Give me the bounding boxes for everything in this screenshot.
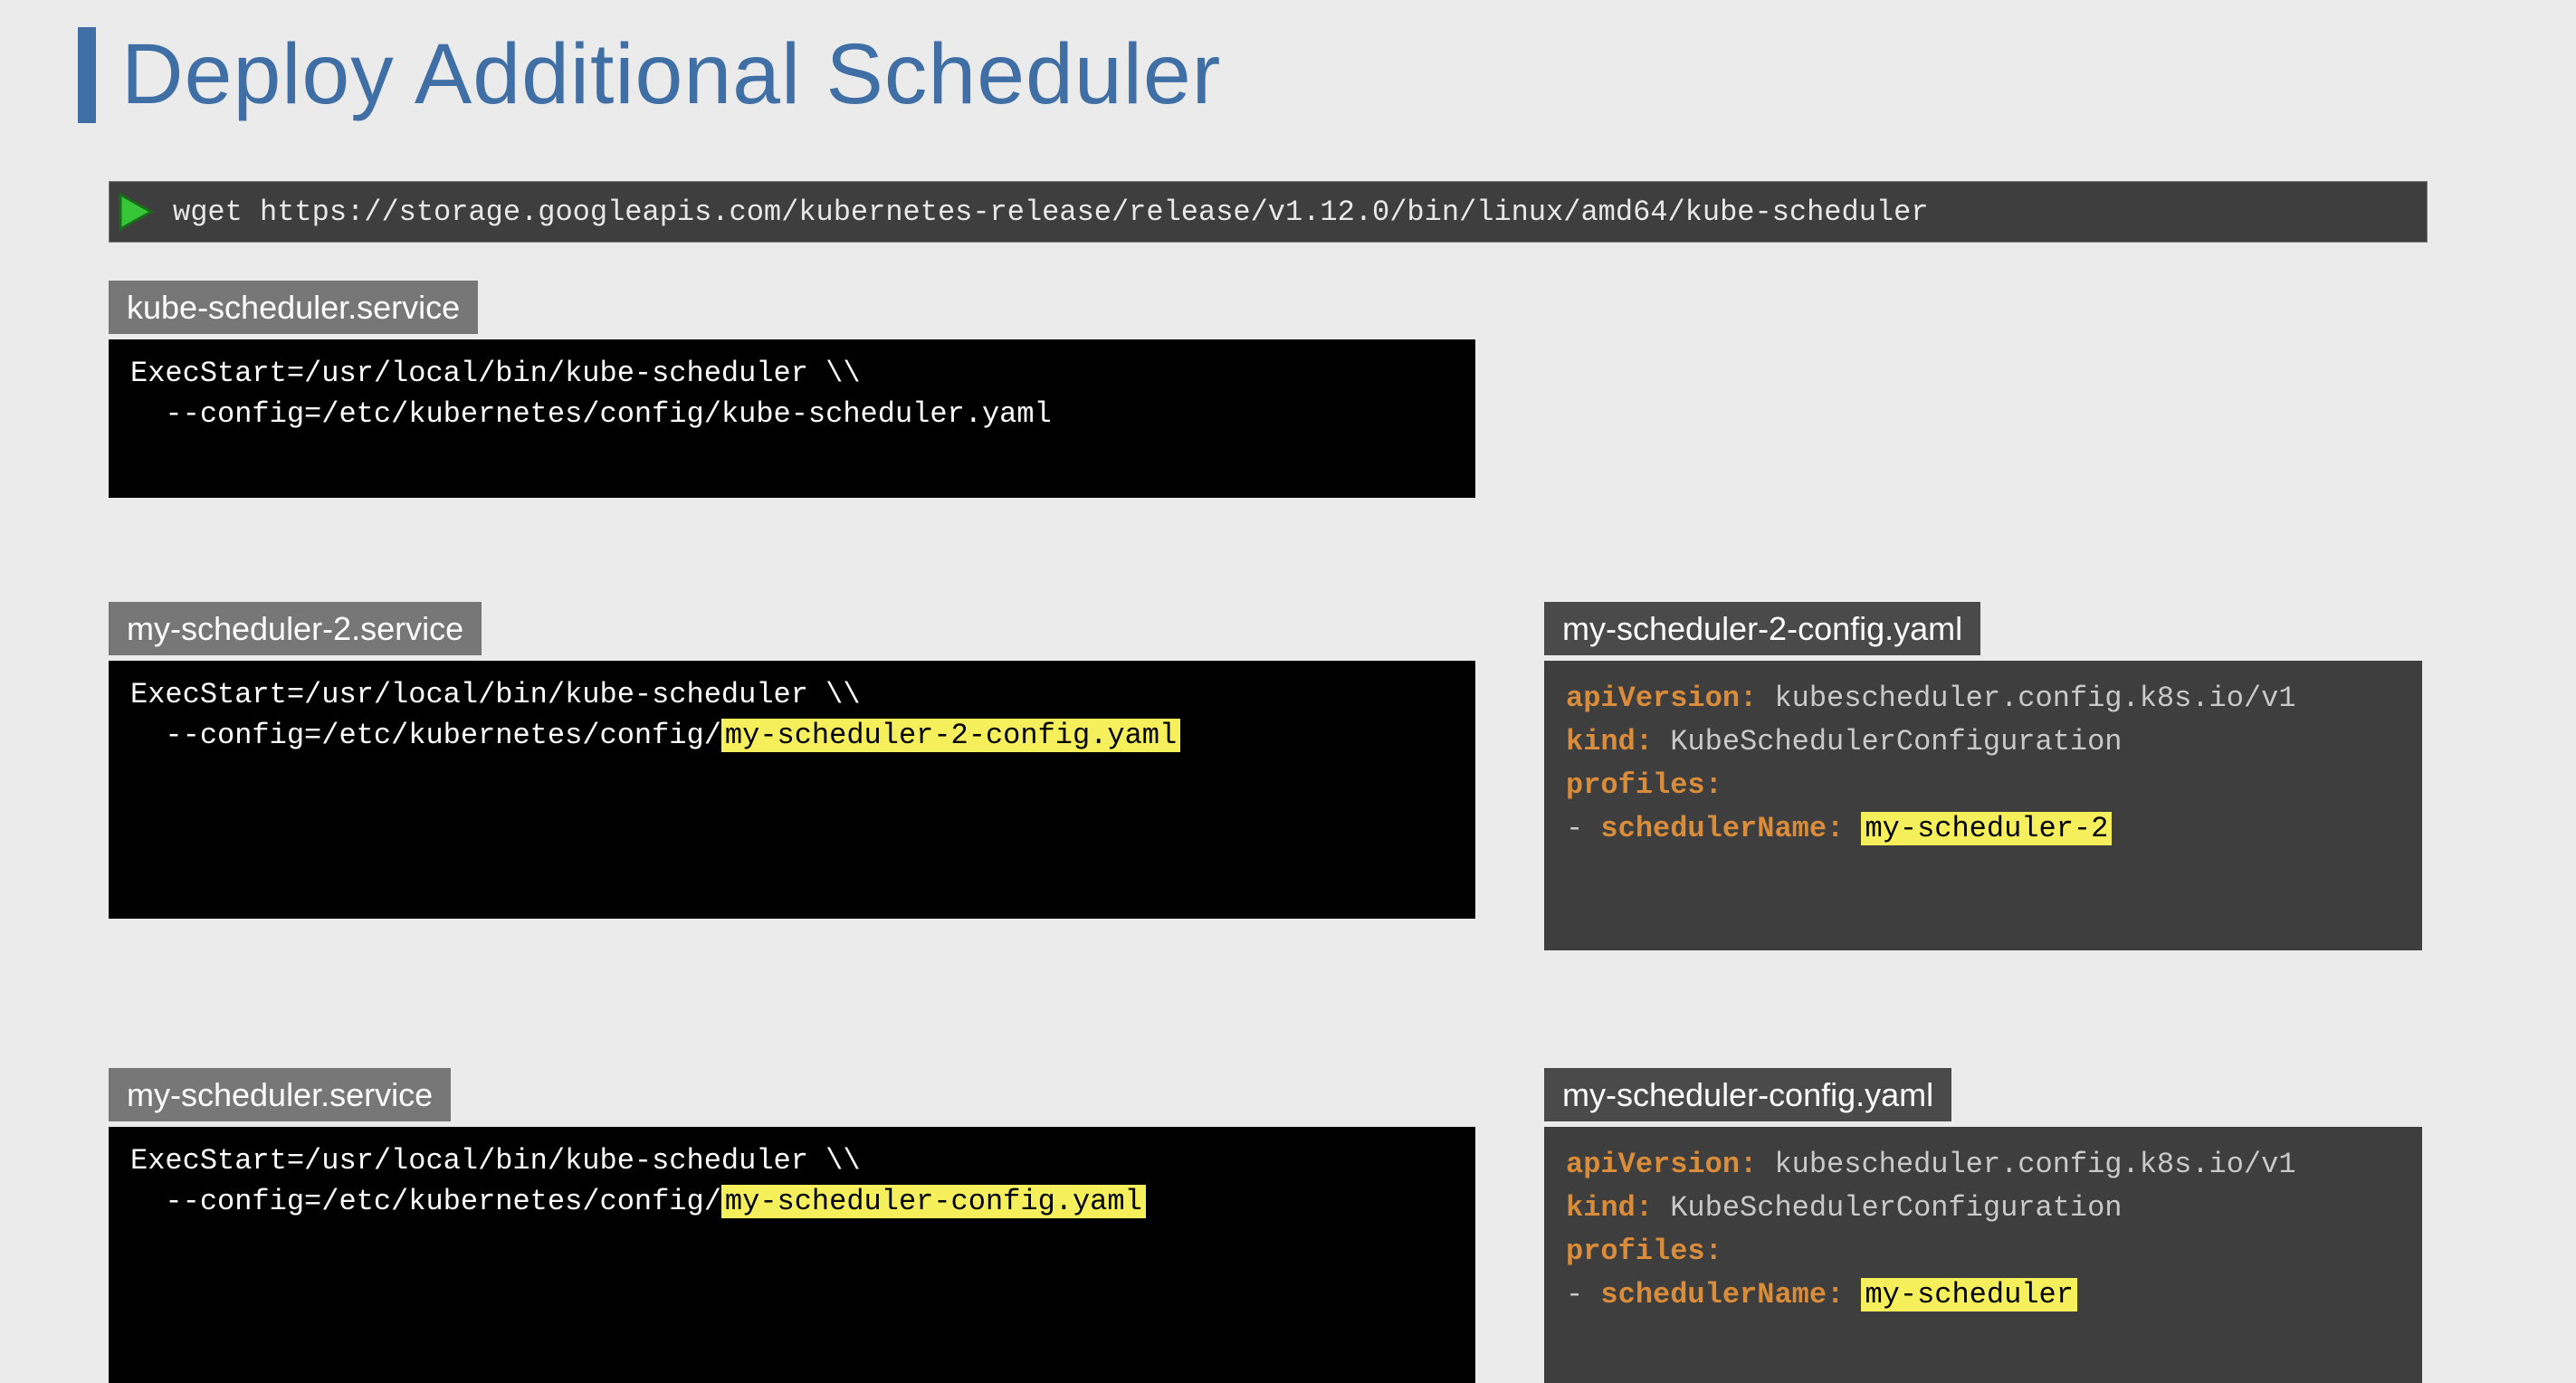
slide: Deploy Additional Scheduler wget https:/… bbox=[0, 0, 2576, 1383]
highlighted-config-file: my-scheduler-2-config.yaml bbox=[721, 719, 1180, 752]
tab-my-scheduler-2-config: my-scheduler-2-config.yaml bbox=[1544, 602, 1980, 655]
title-accent-bar bbox=[78, 27, 96, 123]
code-line: --config=/etc/kubernetes/config/kube-sch… bbox=[130, 397, 1052, 431]
yaml-value: kubescheduler.config.k8s.io/v1 bbox=[1757, 682, 2295, 715]
yaml-key: profiles: bbox=[1566, 1235, 1722, 1268]
yaml-key: kind: bbox=[1566, 725, 1653, 758]
code-my-scheduler-2-config: apiVersion: kubescheduler.config.k8s.io/… bbox=[1544, 661, 2422, 950]
tab-my-scheduler-2-service: my-scheduler-2.service bbox=[109, 602, 482, 655]
yaml-value: KubeSchedulerConfiguration bbox=[1653, 1191, 2122, 1225]
yaml-key: apiVersion: bbox=[1566, 1148, 1757, 1181]
code-my-scheduler-config: apiVersion: kubescheduler.config.k8s.io/… bbox=[1544, 1127, 2422, 1383]
title-text: Deploy Additional Scheduler bbox=[121, 25, 1221, 124]
yaml-key: profiles: bbox=[1566, 768, 1722, 802]
yaml-key: schedulerName: bbox=[1600, 812, 1844, 845]
yaml-dash: - bbox=[1566, 812, 1600, 845]
yaml-key: kind: bbox=[1566, 1191, 1653, 1225]
tab-my-scheduler-service: my-scheduler.service bbox=[109, 1068, 451, 1121]
code-line: ExecStart=/usr/local/bin/kube-scheduler … bbox=[130, 1144, 861, 1178]
tab-kube-scheduler-service: kube-scheduler.service bbox=[109, 281, 478, 334]
code-kube-scheduler-service: ExecStart=/usr/local/bin/kube-scheduler … bbox=[109, 339, 1475, 498]
wget-command-bar: wget https://storage.googleapis.com/kube… bbox=[109, 181, 2428, 243]
yaml-value: kubescheduler.config.k8s.io/v1 bbox=[1757, 1148, 2295, 1181]
code-line: ExecStart=/usr/local/bin/kube-scheduler … bbox=[130, 678, 861, 711]
code-line-prefix: --config=/etc/kubernetes/config/ bbox=[130, 719, 721, 752]
code-my-scheduler-service: ExecStart=/usr/local/bin/kube-scheduler … bbox=[109, 1127, 1475, 1383]
code-line: ExecStart=/usr/local/bin/kube-scheduler … bbox=[130, 357, 861, 390]
slide-title: Deploy Additional Scheduler bbox=[78, 25, 1221, 124]
yaml-key: apiVersion: bbox=[1566, 682, 1757, 715]
yaml-value: KubeSchedulerConfiguration bbox=[1653, 725, 2122, 758]
highlighted-scheduler-name: my-scheduler bbox=[1861, 1278, 2076, 1311]
highlighted-config-file: my-scheduler-config.yaml bbox=[721, 1185, 1146, 1218]
wget-command-text: wget https://storage.googleapis.com/kube… bbox=[173, 196, 1929, 229]
play-icon bbox=[115, 191, 157, 233]
code-my-scheduler-2-service: ExecStart=/usr/local/bin/kube-scheduler … bbox=[109, 661, 1475, 919]
yaml-key: schedulerName: bbox=[1600, 1278, 1844, 1311]
highlighted-scheduler-name: my-scheduler-2 bbox=[1861, 812, 2112, 845]
tab-my-scheduler-config: my-scheduler-config.yaml bbox=[1544, 1068, 1951, 1121]
code-line-prefix: --config=/etc/kubernetes/config/ bbox=[130, 1185, 721, 1218]
yaml-dash: - bbox=[1566, 1278, 1600, 1311]
